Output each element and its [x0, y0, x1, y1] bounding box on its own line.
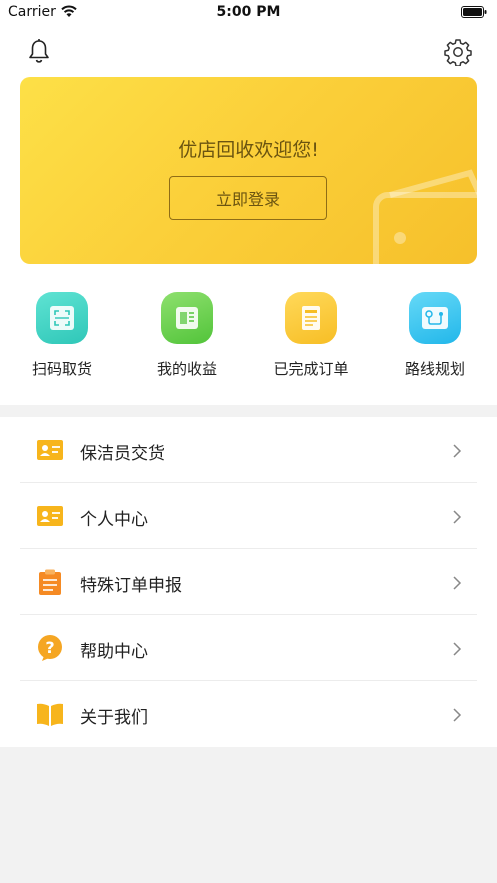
- menu-item-special-order-report[interactable]: 特殊订单申报: [0, 549, 497, 615]
- book-icon: [37, 703, 63, 726]
- clock: 5:00 PM: [216, 4, 281, 20]
- menu-item-personal-center[interactable]: 个人中心: [0, 483, 497, 549]
- login-button[interactable]: 立即登录: [169, 176, 327, 220]
- menu-item-label: 特殊订单申报: [80, 576, 182, 596]
- menu-item-about-us[interactable]: 关于我们: [0, 681, 497, 747]
- chevron-right-icon: [453, 444, 462, 458]
- chevron-right-icon: [453, 510, 462, 524]
- route-icon: [422, 307, 448, 329]
- menu-item-label: 保洁员交货: [80, 444, 165, 464]
- menu-item-help-center[interactable]: ? 帮助中心: [0, 615, 497, 681]
- completed-orders-icon: [302, 306, 320, 330]
- chevron-right-icon: [453, 576, 462, 590]
- chevron-right-icon: [453, 642, 462, 656]
- battery-icon: [461, 6, 487, 18]
- status-bar: Carrier 5:00 PM: [0, 0, 497, 26]
- settings-gear-icon[interactable]: [444, 38, 472, 66]
- menu-item-label: 个人中心: [80, 510, 148, 530]
- scan-icon: [50, 306, 74, 330]
- help-icon: ?: [38, 635, 62, 661]
- menu-list: 保洁员交货 个人中心 特殊订单申报 ? 帮助中心 关于我们: [0, 417, 497, 747]
- quick-action-earnings[interactable]: 我的收益: [132, 292, 242, 379]
- quick-action-completed-orders[interactable]: 已完成订单: [256, 292, 366, 379]
- chevron-right-icon: [453, 708, 462, 722]
- menu-item-cleaner-delivery[interactable]: 保洁员交货: [0, 417, 497, 483]
- welcome-banner: 优店回收欢迎您! 立即登录: [20, 77, 477, 264]
- id-card-icon: [37, 440, 63, 460]
- scan-tile: [36, 292, 88, 344]
- id-card-icon: [37, 506, 63, 526]
- quick-action-label: 我的收益: [156, 360, 217, 378]
- svg-text:?: ?: [45, 638, 54, 657]
- notification-bell-icon[interactable]: [26, 38, 52, 64]
- menu-item-label: 关于我们: [80, 708, 148, 728]
- quick-action-route-planning[interactable]: 路线规划: [380, 292, 490, 379]
- route-tile: [409, 292, 461, 344]
- quick-action-scan-pickup[interactable]: 扫码取货: [7, 292, 117, 379]
- menu-item-label: 帮助中心: [80, 642, 148, 662]
- quick-action-label: 扫码取货: [31, 360, 92, 378]
- welcome-text: 优店回收欢迎您!: [178, 139, 319, 161]
- quick-action-label: 已完成订单: [273, 360, 349, 378]
- completed-orders-tile: [285, 292, 337, 344]
- earnings-icon: [176, 307, 198, 329]
- top-section: Carrier 5:00 PM 优店回收欢迎您! 立即登录 扫码取货 我的收益 …: [0, 0, 497, 405]
- quick-action-label: 路线规划: [404, 360, 465, 378]
- wallet-watermark-icon: [373, 169, 477, 264]
- clipboard-icon: [39, 569, 61, 595]
- earnings-tile: [161, 292, 213, 344]
